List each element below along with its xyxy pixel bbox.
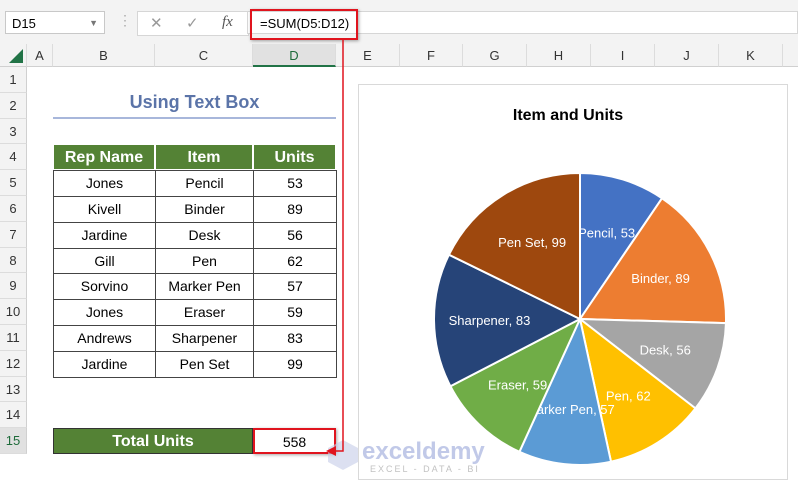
arrow-annotation <box>326 38 344 456</box>
